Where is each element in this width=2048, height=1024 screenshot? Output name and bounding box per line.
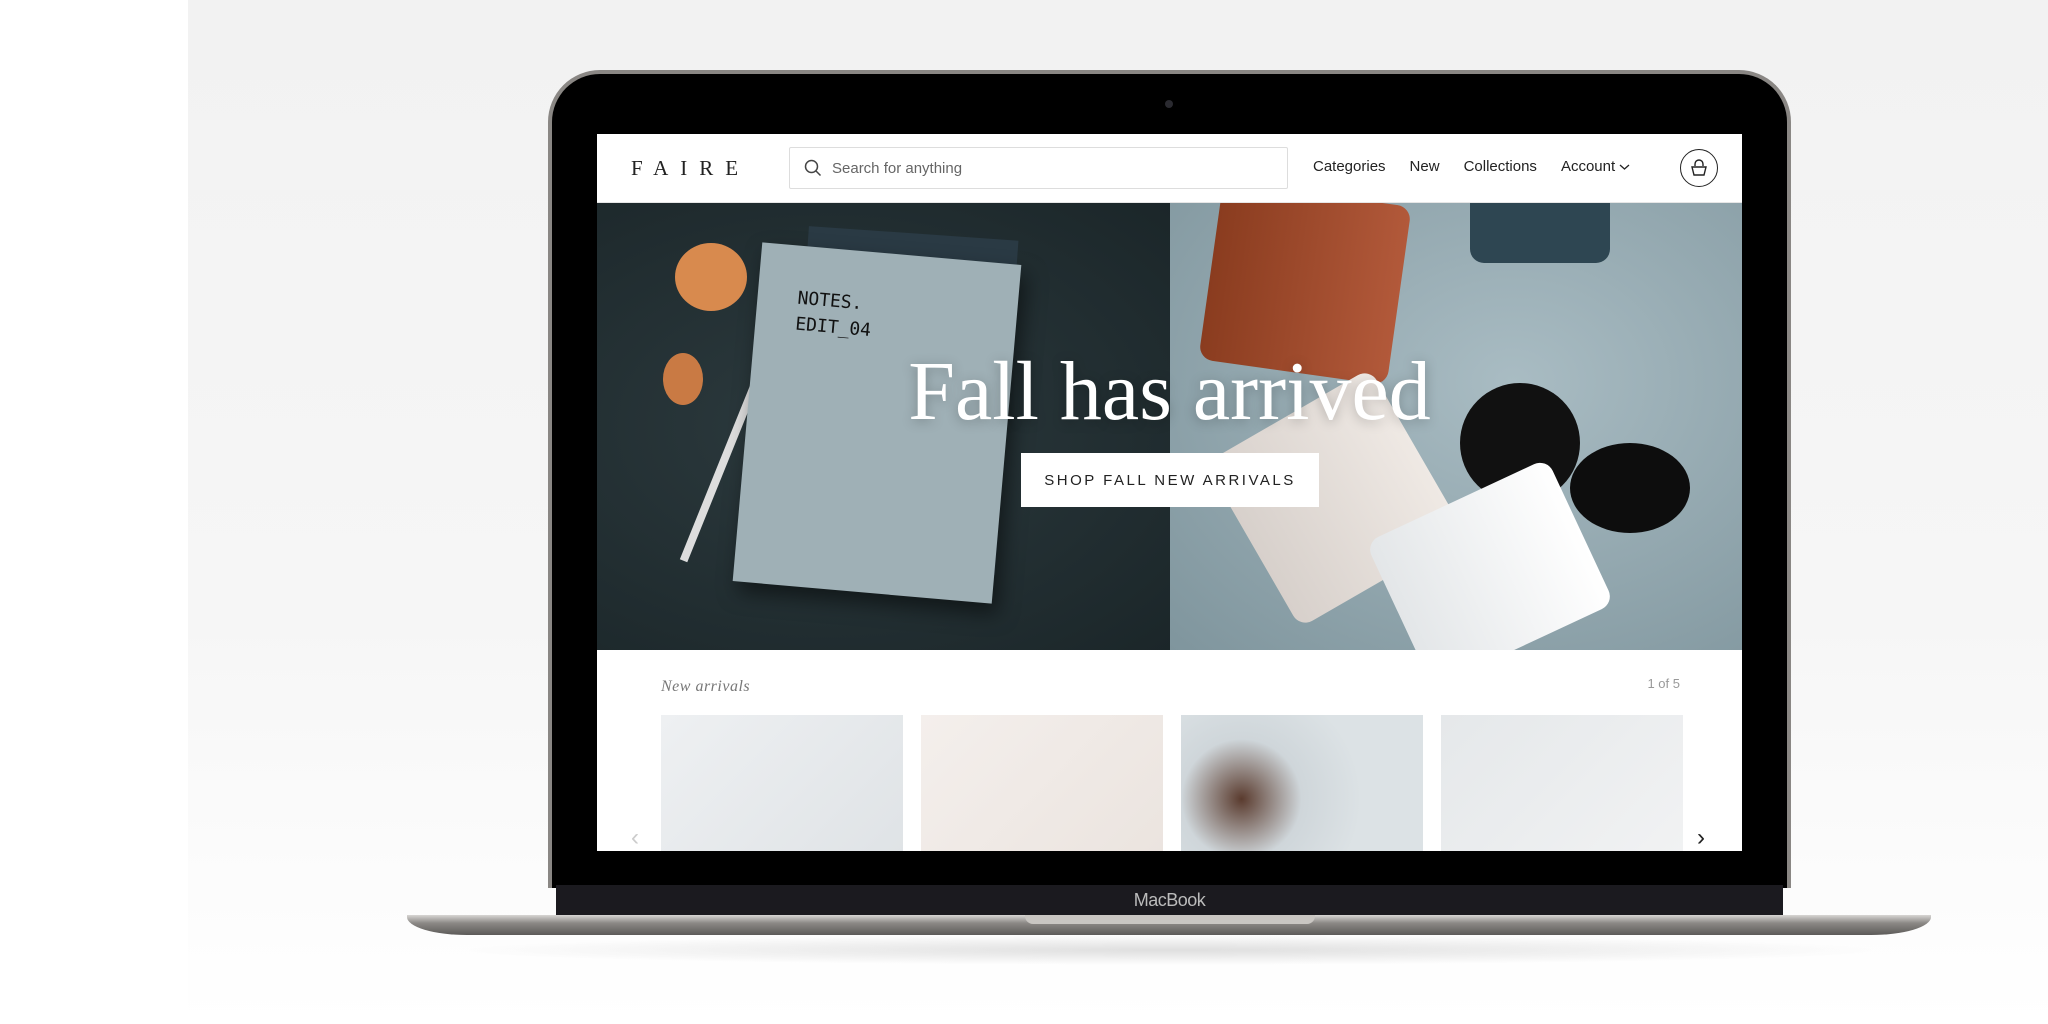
top-nav: FAIRE Categories New Collections Account: [597, 134, 1742, 203]
product-tile[interactable]: [1181, 715, 1423, 851]
nav-account[interactable]: Account: [1561, 158, 1630, 175]
nav-links: Categories New Collections Account: [1313, 158, 1630, 175]
brand-label: MacBook: [1133, 890, 1206, 910]
product-tile[interactable]: [1441, 715, 1683, 851]
screen: FAIRE Categories New Collections Account…: [597, 134, 1742, 851]
product-tile[interactable]: [661, 715, 903, 851]
nav-new[interactable]: New: [1410, 158, 1440, 175]
hero-title: Fall has arrived: [908, 345, 1431, 438]
chevron-left-icon[interactable]: ‹: [631, 824, 639, 851]
laptop-shadow: [450, 935, 1890, 965]
search-icon: [804, 159, 822, 177]
shop-fall-button[interactable]: SHOP FALL NEW ARRIVALS: [1021, 453, 1319, 507]
hero-banner: NOTES. EDIT_04 Fall has arrived SHOP FAL…: [597, 203, 1742, 650]
search-input[interactable]: [832, 159, 1252, 177]
chevron-right-icon[interactable]: ›: [1697, 824, 1705, 851]
shopping-bag-button[interactable]: [1680, 149, 1718, 187]
camera: [1165, 100, 1173, 108]
search-bar[interactable]: [789, 147, 1288, 189]
candle-lid-2: [1570, 443, 1690, 533]
candle-navy: [1470, 203, 1610, 263]
chevron-down-icon: [1619, 164, 1630, 170]
shopping-bag-icon: [1691, 159, 1707, 176]
product-tile[interactable]: [921, 715, 1163, 851]
product-carousel: [661, 715, 1683, 851]
nav-collections[interactable]: Collections: [1464, 158, 1537, 175]
account-label: Account: [1560, 158, 1616, 175]
nav-categories[interactable]: Categories: [1313, 158, 1386, 175]
section-title: New arrivals: [661, 678, 751, 695]
laptop-notch: [1025, 915, 1315, 924]
notebook-label: NOTES. EDIT_04: [794, 287, 872, 342]
laptop-chin: MacBook: [556, 885, 1783, 915]
pagination: 1 of 5: [1647, 676, 1680, 691]
logo[interactable]: FAIRE: [631, 156, 750, 181]
tangerine: [675, 243, 747, 311]
